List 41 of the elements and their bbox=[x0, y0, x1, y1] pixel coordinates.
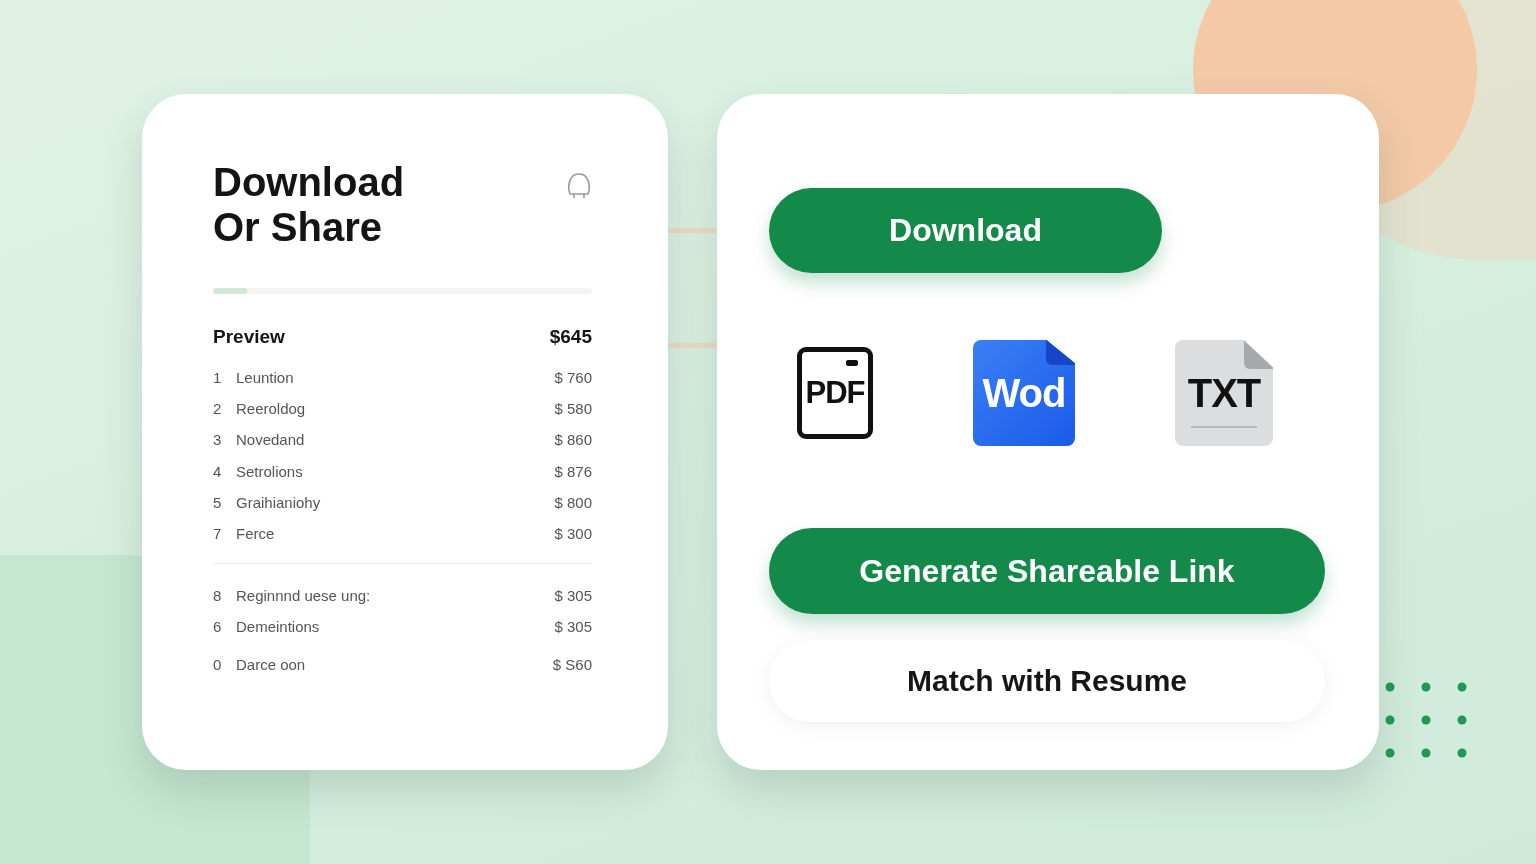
preview-heading: Preview bbox=[213, 326, 285, 348]
item-name: Ferce bbox=[236, 525, 276, 543]
row-number: 1 bbox=[213, 369, 223, 387]
word-file-icon[interactable]: Wod bbox=[973, 340, 1075, 446]
item-name: Leuntion bbox=[236, 369, 295, 387]
item-name: Darce oon bbox=[236, 655, 307, 673]
format-label: Wod bbox=[982, 370, 1066, 416]
item-amount: $ 876 bbox=[554, 462, 592, 480]
item-amount: $ 300 bbox=[554, 525, 592, 543]
row-number: 3 bbox=[213, 431, 223, 449]
item-amount: $ 305 bbox=[554, 587, 592, 605]
item-amount: $ 760 bbox=[554, 369, 592, 387]
tab-mark-icon bbox=[846, 360, 858, 366]
row-number: 6 bbox=[213, 618, 223, 636]
item-name: Graihianiohy bbox=[236, 493, 322, 511]
row-number: 7 bbox=[213, 525, 223, 543]
format-label: TXT bbox=[1187, 370, 1261, 416]
item-name: Reginnnd uese ung: bbox=[236, 587, 372, 605]
text-line-icon bbox=[1191, 426, 1257, 428]
row-number: 4 bbox=[213, 462, 223, 480]
item-amount: $ 305 bbox=[554, 618, 592, 636]
item-name: Setrolions bbox=[236, 462, 304, 480]
panel-title: Download Or Share bbox=[213, 160, 406, 250]
format-label: PDF bbox=[805, 375, 865, 411]
item-name: Novedand bbox=[236, 431, 306, 449]
preview-total: $645 bbox=[549, 326, 592, 348]
item-amount: $ 580 bbox=[554, 400, 592, 418]
item-amount: $ 860 bbox=[554, 431, 592, 449]
pdf-file-icon[interactable]: PDF bbox=[797, 347, 873, 439]
share-link-button[interactable]: Generate Shareable Link bbox=[769, 528, 1325, 614]
item-name: Demeintions bbox=[236, 618, 321, 636]
row-number: 8 bbox=[213, 587, 223, 605]
item-name: Reeroldog bbox=[236, 400, 307, 418]
download-button[interactable]: Download bbox=[769, 188, 1162, 273]
row-number: 5 bbox=[213, 493, 223, 511]
item-amount: $ S60 bbox=[552, 655, 592, 673]
item-amount: $ 800 bbox=[554, 493, 592, 511]
row-number: 2 bbox=[213, 400, 223, 418]
match-resume-button[interactable]: Match with Resume bbox=[769, 640, 1325, 722]
row-number: 0 bbox=[213, 655, 223, 673]
txt-file-icon[interactable]: TXT bbox=[1175, 340, 1273, 446]
